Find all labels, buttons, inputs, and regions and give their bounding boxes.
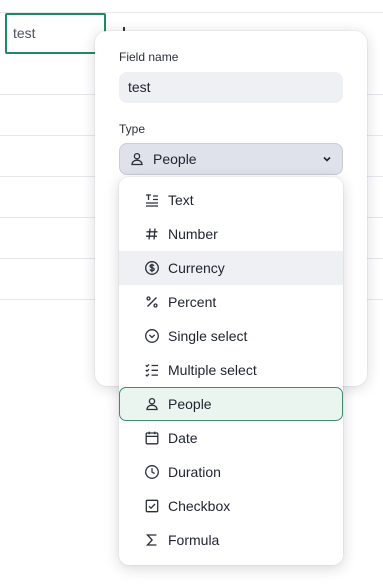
option-label: Currency [168, 260, 225, 276]
person-icon [129, 151, 145, 167]
option-label: Date [168, 430, 198, 446]
sigma-icon [144, 532, 160, 548]
calendar-icon [144, 430, 160, 446]
type-option-number[interactable]: Number [119, 217, 343, 251]
type-option-date[interactable]: Date [119, 421, 343, 455]
type-select-value: People [153, 151, 197, 167]
option-label: Text [168, 192, 194, 208]
option-label: Checkbox [168, 498, 231, 514]
type-option-formula[interactable]: Formula [119, 523, 343, 557]
option-label: Duration [168, 464, 221, 480]
type-option-checkbox[interactable]: Checkbox [119, 489, 343, 523]
chevron-down-icon [321, 153, 333, 165]
option-label: Single select [168, 328, 248, 344]
text-icon [144, 192, 160, 208]
chevron-circle-icon [144, 328, 160, 344]
type-option-multiple-select[interactable]: Multiple select [119, 353, 343, 387]
option-label: Percent [168, 294, 217, 310]
option-label: Formula [168, 532, 220, 548]
checklist-icon [144, 362, 160, 378]
type-option-currency[interactable]: Currency [119, 251, 343, 285]
field-name-label: Field name [119, 50, 179, 64]
type-option-text[interactable]: Text [119, 183, 343, 217]
option-label: People [168, 396, 212, 412]
type-option-percent[interactable]: Percent [119, 285, 343, 319]
type-select[interactable]: People [119, 143, 343, 175]
checkbox-icon [144, 498, 160, 514]
type-option-single-select[interactable]: Single select [119, 319, 343, 353]
type-option-duration[interactable]: Duration [119, 455, 343, 489]
clock-icon [144, 464, 160, 480]
option-label: Multiple select [168, 362, 257, 378]
type-dropdown-menu: Text Number Currency Percent Single sele… [119, 177, 343, 565]
dollar-circle-icon [144, 260, 160, 276]
active-cell-editor[interactable]: test [5, 13, 106, 54]
percent-icon [144, 294, 160, 310]
hash-icon [144, 226, 160, 242]
person-icon [144, 396, 160, 412]
type-label: Type [119, 122, 146, 136]
field-name-input[interactable] [119, 72, 343, 103]
type-option-people[interactable]: People [119, 387, 343, 421]
option-label: Number [168, 226, 218, 242]
